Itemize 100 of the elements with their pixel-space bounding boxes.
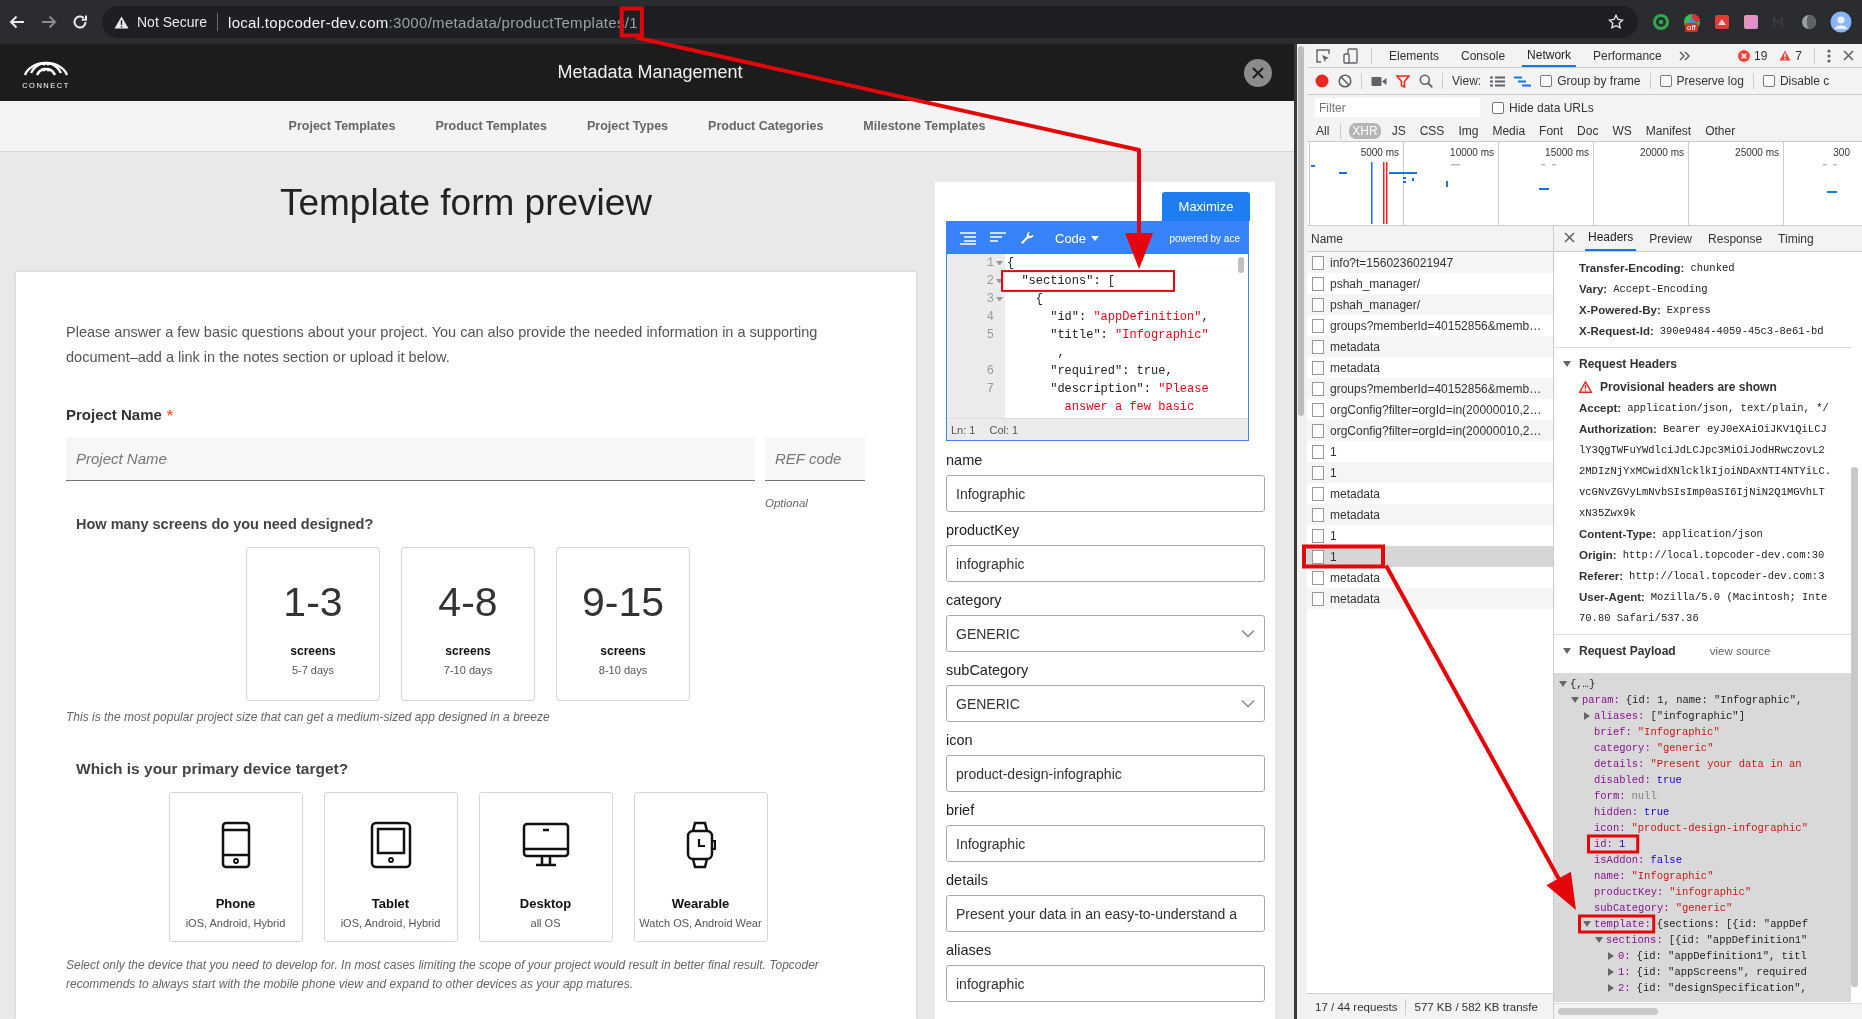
detail-tab[interactable]: Preview [1646,227,1696,251]
expand-icon[interactable] [1608,968,1614,976]
request-row[interactable]: 1 [1307,525,1553,546]
request-row[interactable]: metadata [1307,504,1553,525]
expand-icon[interactable] [1608,984,1614,992]
format-icon[interactable] [959,231,977,245]
compact-icon[interactable] [989,231,1007,245]
type-filter-button[interactable]: CSS [1416,122,1448,139]
close-icon[interactable] [1564,232,1575,243]
request-row[interactable]: orgConfig?filter=orgId=in(20000010,2… [1307,420,1553,441]
nav-tab[interactable]: Project Templates [288,119,396,133]
device-option-card[interactable]: Desktop all OS [478,792,613,942]
select-field[interactable]: GENERIC [946,615,1265,652]
request-row[interactable]: 1 [1307,441,1553,462]
panel-tab[interactable]: Elements [1384,45,1445,66]
request-row[interactable]: groups?memberId=40152856&memb… [1307,378,1553,399]
detail-tab[interactable]: Timing [1775,227,1817,251]
type-filter-button[interactable]: Other [1702,122,1739,139]
scrollbar-thumb[interactable] [1238,257,1244,273]
panel-tab[interactable]: Performance [1588,45,1667,66]
inspect-icon[interactable] [1315,47,1331,64]
waterfall-view-icon[interactable] [1514,75,1532,87]
ref-code-field[interactable]: REF code [765,437,865,481]
text-field[interactable]: infographic [946,965,1265,1002]
type-filter-button[interactable]: WS [1609,122,1635,139]
screen-option-card[interactable]: 4-8 screens 7-10 days [401,547,535,701]
request-row[interactable]: metadata [1307,567,1553,588]
chevron-down-icon[interactable] [1241,629,1255,638]
checkbox[interactable] [1492,101,1504,114]
checkbox[interactable] [1540,75,1553,87]
device-toolbar-icon[interactable] [1343,47,1359,64]
screen-option-card[interactable]: 1-3 screens 5-7 days [246,547,380,701]
checkbox[interactable] [1762,75,1775,87]
screen-option-card[interactable]: 9-15 screens 8-10 days [556,547,690,701]
more-options-icon[interactable] [1827,48,1831,63]
text-field[interactable]: product-design-infographic [946,755,1265,792]
request-row[interactable]: 1 [1307,546,1553,567]
request-row[interactable]: pshah_manager/ [1307,294,1553,315]
extension-icon[interactable] [1652,13,1670,31]
extension-icon[interactable] [1801,14,1817,30]
fold-icon[interactable] [996,261,1003,268]
filter-field[interactable]: Filter [1315,98,1480,117]
select-field[interactable]: GENERIC [946,685,1265,722]
request-row[interactable]: orgConfig?filter=orgId=in(20000010,2… [1307,399,1553,420]
expand-icon[interactable] [1559,681,1567,687]
panel-tab[interactable]: Console [1456,45,1511,66]
nav-tab[interactable]: Project Types [587,119,669,133]
request-row[interactable]: info?t=1560236021947 [1307,252,1553,273]
filter-icon[interactable] [1396,74,1410,88]
view-source-link[interactable]: view source [1709,645,1771,657]
more-tabs-icon[interactable] [1678,50,1691,61]
expand-icon[interactable] [1563,361,1571,367]
request-row[interactable]: metadata [1307,483,1553,504]
extension-icon[interactable] [1714,14,1730,30]
record-button[interactable] [1315,74,1329,88]
forward-icon[interactable] [40,14,58,30]
extension-icon[interactable] [1743,14,1759,30]
text-field[interactable]: Infographic [946,475,1265,512]
request-row[interactable]: 1 [1307,462,1553,483]
type-filter-button[interactable]: JS [1388,122,1409,139]
request-row[interactable]: groups?memberId=40152856&memb… [1307,315,1553,336]
scrollbar-thumb[interactable] [1558,1008,1658,1015]
chevron-down-icon[interactable] [1241,699,1255,708]
expand-icon[interactable] [1595,937,1603,943]
scrollbar-thumb[interactable] [1851,467,1858,987]
request-row[interactable]: metadata [1307,336,1553,357]
list-view-icon[interactable] [1490,75,1506,87]
expand-icon[interactable] [1608,952,1614,960]
expand-icon[interactable] [1583,921,1591,927]
expand-icon[interactable] [1571,697,1579,703]
type-filter-button[interactable]: Manifest [1642,122,1695,139]
back-icon[interactable] [8,14,26,30]
camera-icon[interactable] [1371,75,1387,87]
mode-dropdown[interactable]: Code [1047,230,1100,246]
close-icon[interactable] [1251,65,1265,80]
device-option-card[interactable]: Phone iOS, Android, Hybrid [168,792,303,942]
device-option-card[interactable]: Tablet iOS, Android, Hybrid [323,792,458,942]
nav-tab[interactable]: Milestone Templates [863,119,986,133]
search-icon[interactable] [1419,74,1433,88]
bookmark-star-icon[interactable] [1608,14,1624,30]
scrollbar-thumb[interactable] [1298,46,1304,416]
text-field[interactable]: Present your data in an easy-to-understand a [946,895,1265,932]
device-option-card[interactable]: Wearable Watch OS, Android Wear [633,792,768,942]
wrench-icon[interactable] [1019,230,1035,246]
detail-tab[interactable]: Response [1705,227,1766,251]
type-filter-button[interactable]: Doc [1574,122,1602,139]
type-filter-button[interactable]: All [1313,122,1333,139]
detail-tab[interactable]: Headers [1585,225,1637,251]
checkbox[interactable] [1659,75,1672,87]
nav-tab[interactable]: Product Templates [435,119,547,133]
close-icon[interactable] [1843,50,1854,61]
fold-icon[interactable] [996,279,1003,286]
clear-icon[interactable] [1338,74,1352,88]
type-filter-button[interactable]: Img [1455,122,1482,139]
project-name-field[interactable]: Project Name [66,437,755,481]
request-row[interactable]: metadata [1307,588,1553,609]
reload-icon[interactable] [72,14,88,30]
type-filter-button[interactable]: Media [1489,122,1529,139]
request-row[interactable]: metadata [1307,357,1553,378]
text-field[interactable]: Infographic [946,825,1265,862]
